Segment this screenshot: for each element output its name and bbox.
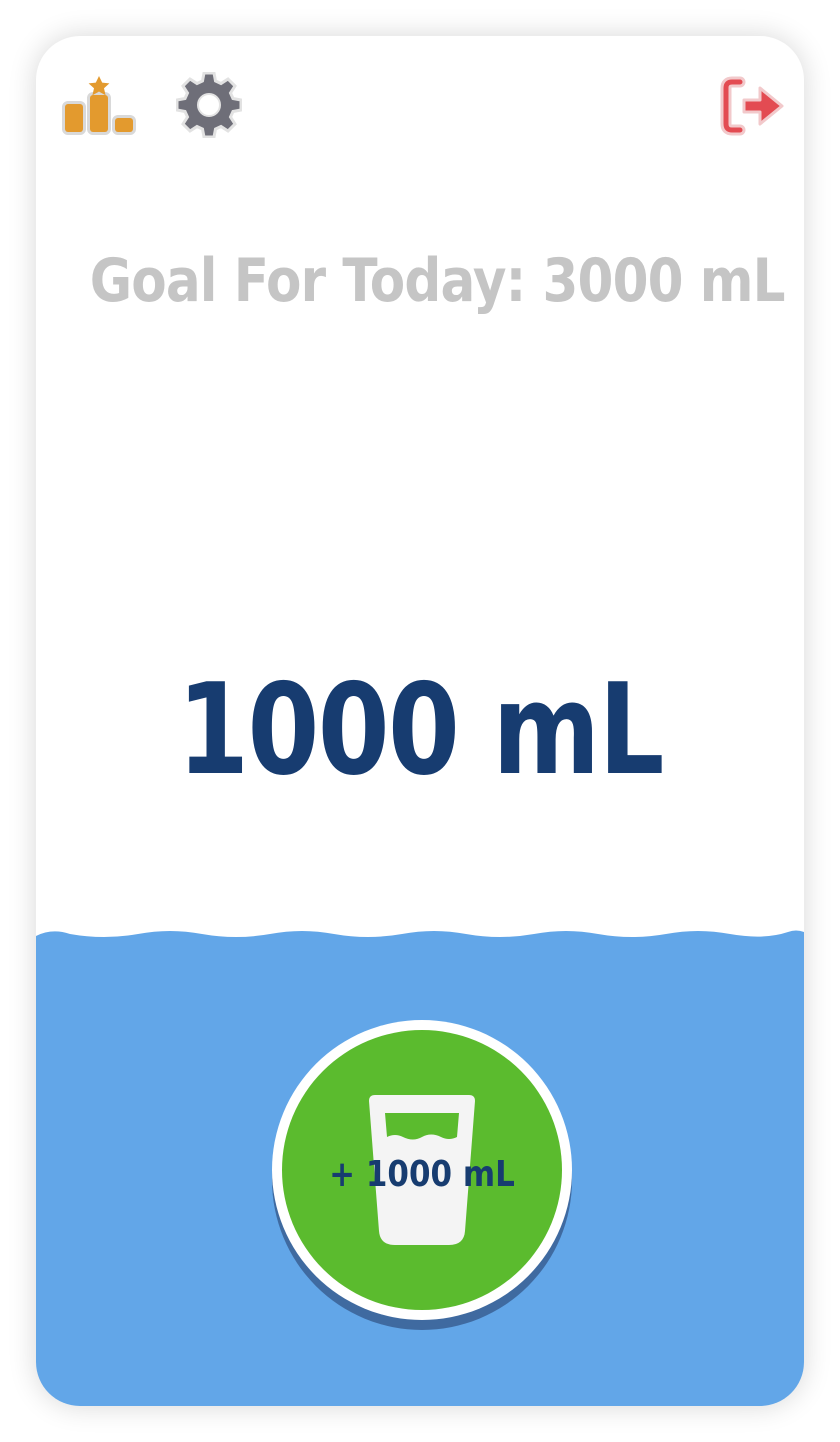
logout-button[interactable] xyxy=(720,76,788,136)
add-water-amount-label: + 1000 mL xyxy=(329,1154,515,1195)
daily-goal-text: Goal For Today: 3000 mL xyxy=(89,246,786,316)
leaderboard-button[interactable] xyxy=(60,74,140,140)
settings-button[interactable] xyxy=(176,72,242,138)
current-intake-amount: 1000 mL xyxy=(177,656,664,803)
leaderboard-podium-icon xyxy=(62,76,136,135)
logout-icon xyxy=(720,76,784,136)
gear-icon xyxy=(176,72,242,138)
add-water-button[interactable]: + 1000 mL xyxy=(272,1020,572,1320)
add-water-button-face: + 1000 mL xyxy=(282,1030,562,1310)
app-card: Goal For Today: 3000 mL 1000 mL + 1000 m… xyxy=(36,36,804,1406)
